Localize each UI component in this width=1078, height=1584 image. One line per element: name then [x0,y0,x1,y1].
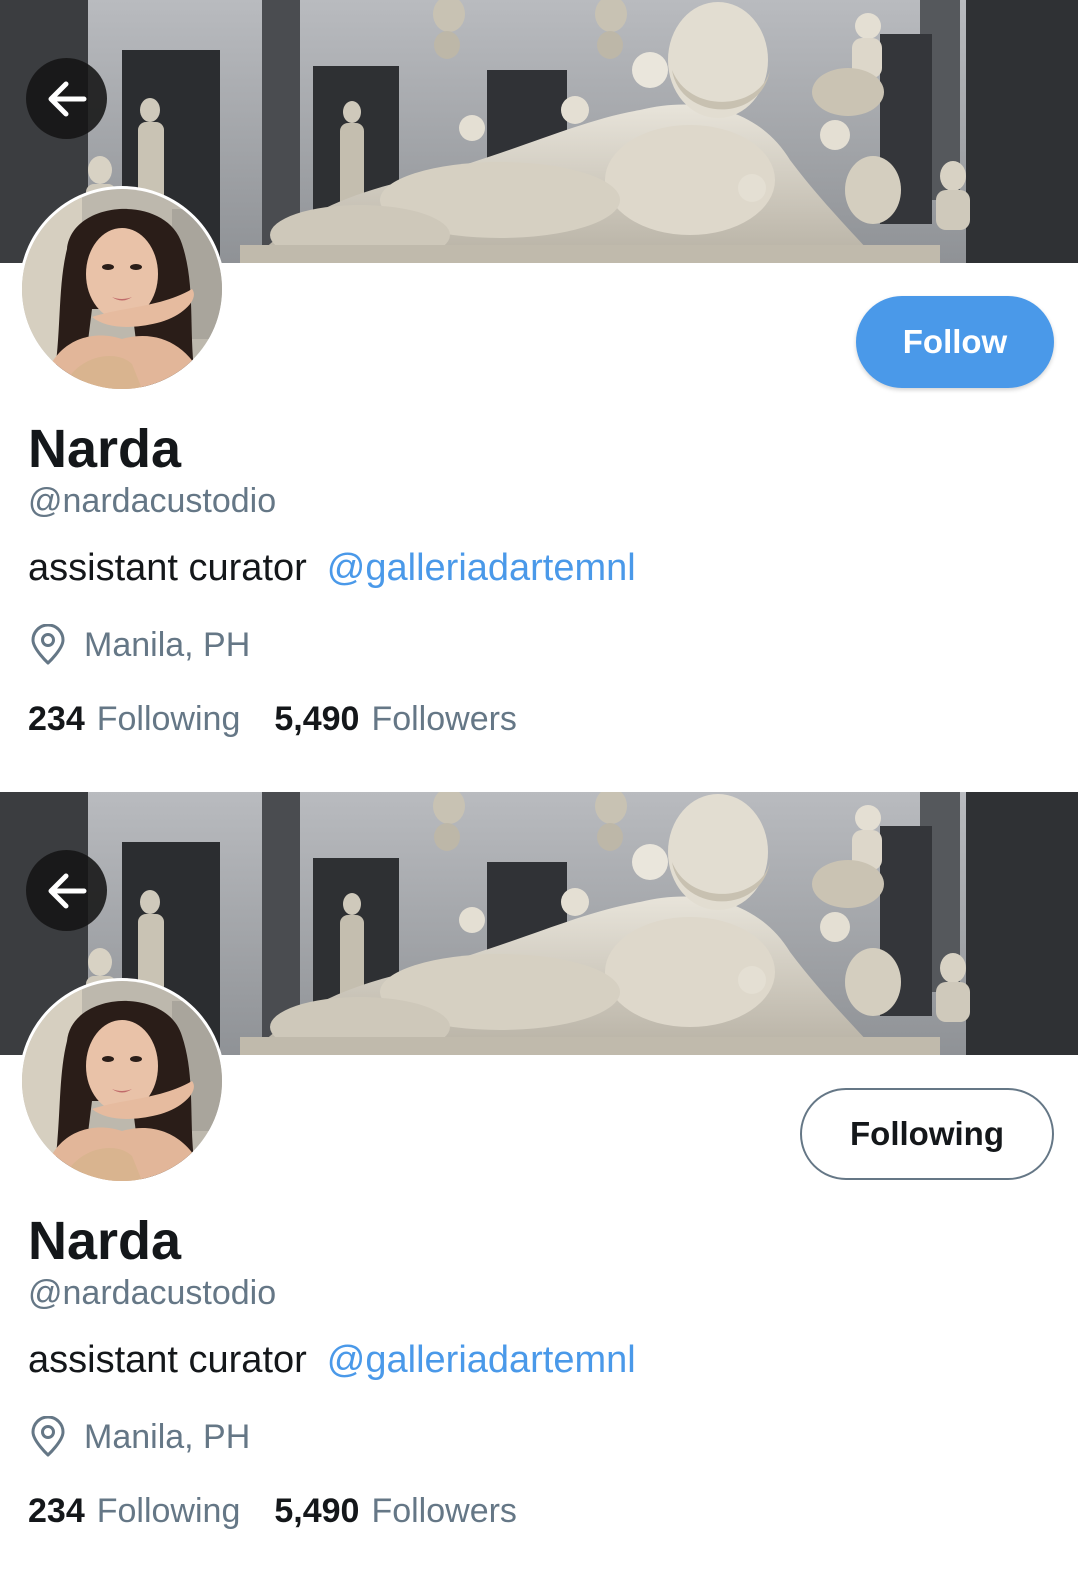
username-handle: @nardacustodio [28,1274,277,1312]
following-label: Following [96,1492,241,1530]
back-button[interactable] [26,58,107,139]
display-name: Narda [28,419,182,479]
avatar[interactable] [19,186,225,392]
followers-stat-link[interactable]: 5,490 Followers [274,1490,517,1532]
back-button[interactable] [26,850,107,931]
following-count: 234 [28,700,85,738]
bio-text: assistant curator [28,1339,307,1381]
profile-header-following-state: Following Narda @nardacustodio assistant… [0,792,1078,1584]
follow-button[interactable]: Follow [856,296,1054,388]
following-count: 234 [28,1492,85,1530]
location-text: Manila, PH [84,1417,251,1456]
bio-mention-link[interactable]: @galleriadartemnl [327,1339,636,1381]
arrow-left-icon [48,873,86,908]
location-pin-icon [28,623,68,667]
followers-count: 5,490 [274,1492,360,1530]
profile-header-follow-state: Follow Narda @nardacustodio assistant cu… [0,0,1078,792]
username-handle: @nardacustodio [28,482,277,520]
following-stat-link[interactable]: 234 Following [28,1490,240,1532]
location-pin-icon [28,1415,68,1459]
followers-count: 5,490 [274,700,360,738]
followers-stat-link[interactable]: 5,490 Followers [274,698,517,740]
bio-text: assistant curator [28,547,307,589]
location-text: Manila, PH [84,625,251,664]
follow-stats: 234 Following 5,490 Followers [28,1490,517,1532]
location: Manila, PH [28,623,250,667]
avatar[interactable] [19,978,225,1184]
follow-stats: 234 Following 5,490 Followers [28,698,517,740]
display-name: Narda [28,1211,182,1271]
followers-label: Followers [371,700,517,738]
following-label: Following [96,700,241,738]
followers-label: Followers [371,1492,517,1530]
bio: assistant curator @galleriadartemnl [28,546,636,590]
location: Manila, PH [28,1415,250,1459]
following-stat-link[interactable]: 234 Following [28,698,240,740]
arrow-left-icon [48,81,86,116]
following-button[interactable]: Following [800,1088,1054,1180]
bio: assistant curator @galleriadartemnl [28,1338,636,1382]
bio-mention-link[interactable]: @galleriadartemnl [327,547,636,589]
